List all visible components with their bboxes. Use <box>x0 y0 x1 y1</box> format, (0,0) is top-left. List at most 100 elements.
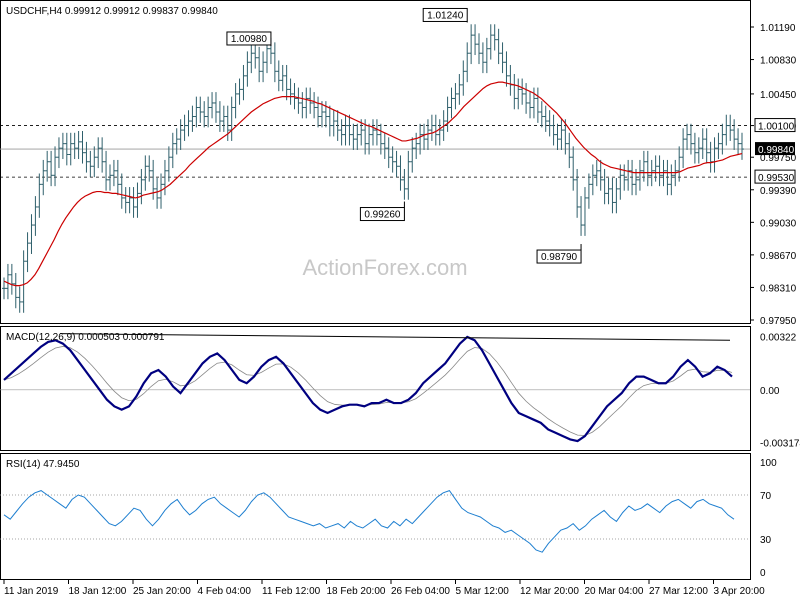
ohlc-bar <box>174 128 179 155</box>
ohlc-bar <box>414 132 419 160</box>
ohlc-bar <box>166 146 171 182</box>
ohlc-bar <box>139 168 144 205</box>
ohlc-bar <box>17 286 22 313</box>
ohlc-bar <box>535 87 540 123</box>
ohlc-bar <box>712 137 717 173</box>
ohlc-bar <box>284 64 289 101</box>
ohlc-bar <box>53 146 58 187</box>
ohlc-bar <box>692 132 697 164</box>
ohlc-bar <box>598 159 603 191</box>
x-tick-label: 27 Mar 12:00 <box>649 586 708 597</box>
x-tick-label: 12 Mar 20:00 <box>520 586 579 597</box>
level-label-box: 0.99530 <box>754 169 796 184</box>
ohlc-bar <box>476 33 481 65</box>
ohlc-bar <box>92 146 97 178</box>
ohlc-bar <box>371 119 375 146</box>
ohlc-bar <box>480 42 485 74</box>
ohlc-bar <box>351 123 356 150</box>
price-annotation: 0.98790 <box>536 244 582 264</box>
ohlc-bar <box>484 37 489 74</box>
ohlc-bar <box>685 123 690 150</box>
ohlc-bar <box>453 83 458 110</box>
ohlc-bar <box>524 83 529 114</box>
ohlc-bar <box>445 96 450 132</box>
rsi-ytick-label: 70 <box>760 491 772 502</box>
ohlc-bar <box>429 114 434 141</box>
macd-ytick-label: -0.003174 <box>760 438 800 449</box>
ohlc-bar <box>155 178 160 209</box>
ohlc-bar <box>571 146 576 191</box>
ohlc-bar <box>41 159 46 196</box>
annotation-label: 0.99260 <box>364 210 401 221</box>
ohlc-bar <box>182 114 187 141</box>
ohlc-bar <box>123 187 128 214</box>
ohlc-bar <box>33 196 38 236</box>
ohlc-bar <box>100 137 105 173</box>
ohlc-bar <box>504 51 509 87</box>
current-price-label: 0.99840 <box>755 142 795 156</box>
ohlc-bar <box>665 159 670 196</box>
ohlc-bar <box>539 101 544 128</box>
ohlc-bar <box>378 123 383 155</box>
ohlc-bar <box>331 110 336 137</box>
ohlc-bar <box>457 74 462 105</box>
ohlc-bar <box>304 87 309 119</box>
ohlc-bar <box>740 132 744 160</box>
price-annotation: 1.01240 <box>422 7 468 23</box>
ohlc-bar <box>606 178 611 205</box>
ohlc-bar <box>555 123 560 150</box>
ohlc-bar <box>104 150 109 191</box>
ohlc-bar <box>653 155 658 182</box>
ohlc-bar <box>374 119 379 146</box>
price-ytick-label: 1.01190 <box>760 23 796 34</box>
rsi-line <box>3 490 735 553</box>
rsi-ytick-label: 30 <box>760 535 772 546</box>
ohlc-bar <box>700 128 705 160</box>
ohlc-bar <box>579 196 584 236</box>
ohlc-bar <box>488 24 493 60</box>
ohlc-bar <box>422 123 427 150</box>
ohlc-bar <box>49 150 54 187</box>
ohlc-bar <box>206 96 211 128</box>
ohlc-bar <box>382 132 387 160</box>
ohlc-bar <box>170 132 175 169</box>
ohlc-bar <box>547 110 552 137</box>
ohlc-bar <box>198 96 203 123</box>
x-tick-label: 4 Feb 04:00 <box>198 586 252 597</box>
ohlc-bar <box>688 123 693 155</box>
rsi-panel-title: RSI(14) 47.9450 <box>6 459 80 470</box>
ohlc-bar <box>461 60 466 96</box>
ohlc-bar <box>245 51 250 87</box>
ohlc-bar <box>575 168 580 218</box>
ohlc-bar <box>339 119 344 146</box>
price-ytick-label: 0.97950 <box>760 316 797 327</box>
x-tick-label: 25 Jan 20:00 <box>133 586 191 597</box>
price-annotation: 1.00980 <box>226 31 272 46</box>
ohlc-bar <box>5 263 10 300</box>
ohlc-bar <box>567 132 572 169</box>
ohlc-bar <box>492 24 497 51</box>
ohlc-bar <box>217 101 222 132</box>
price-ytick-label: 1.00830 <box>760 56 797 67</box>
ohlc-bar <box>512 74 517 110</box>
ohlc-bar <box>300 92 305 119</box>
ohlc-bar <box>355 123 360 150</box>
ohlc-bar <box>88 150 93 178</box>
ohlc-bar <box>594 159 599 187</box>
rsi-ytick-label: 0 <box>760 568 766 579</box>
ohlc-bar <box>716 132 721 160</box>
annotation-label: 1.00980 <box>231 34 268 45</box>
macd-panel-title: MACD(12,26,9) 0.000503 0.000791 <box>6 332 165 343</box>
ohlc-bar <box>732 119 737 150</box>
ohlc-bar <box>708 141 713 173</box>
ohlc-bar <box>437 119 442 146</box>
ohlc-bar <box>72 132 77 160</box>
ohlc-bar <box>288 78 293 105</box>
watermark: ActionForex.com <box>302 255 467 280</box>
ohlc-bar <box>190 105 195 132</box>
chart-canvas: ActionForex.com 1.00980 1.01240 0.99260 0.9… <box>0 0 800 597</box>
ohlc-bar <box>127 187 132 214</box>
ohlc-bar <box>111 159 116 187</box>
ohlc-bar <box>473 24 478 56</box>
ohlc-bar <box>80 130 85 164</box>
